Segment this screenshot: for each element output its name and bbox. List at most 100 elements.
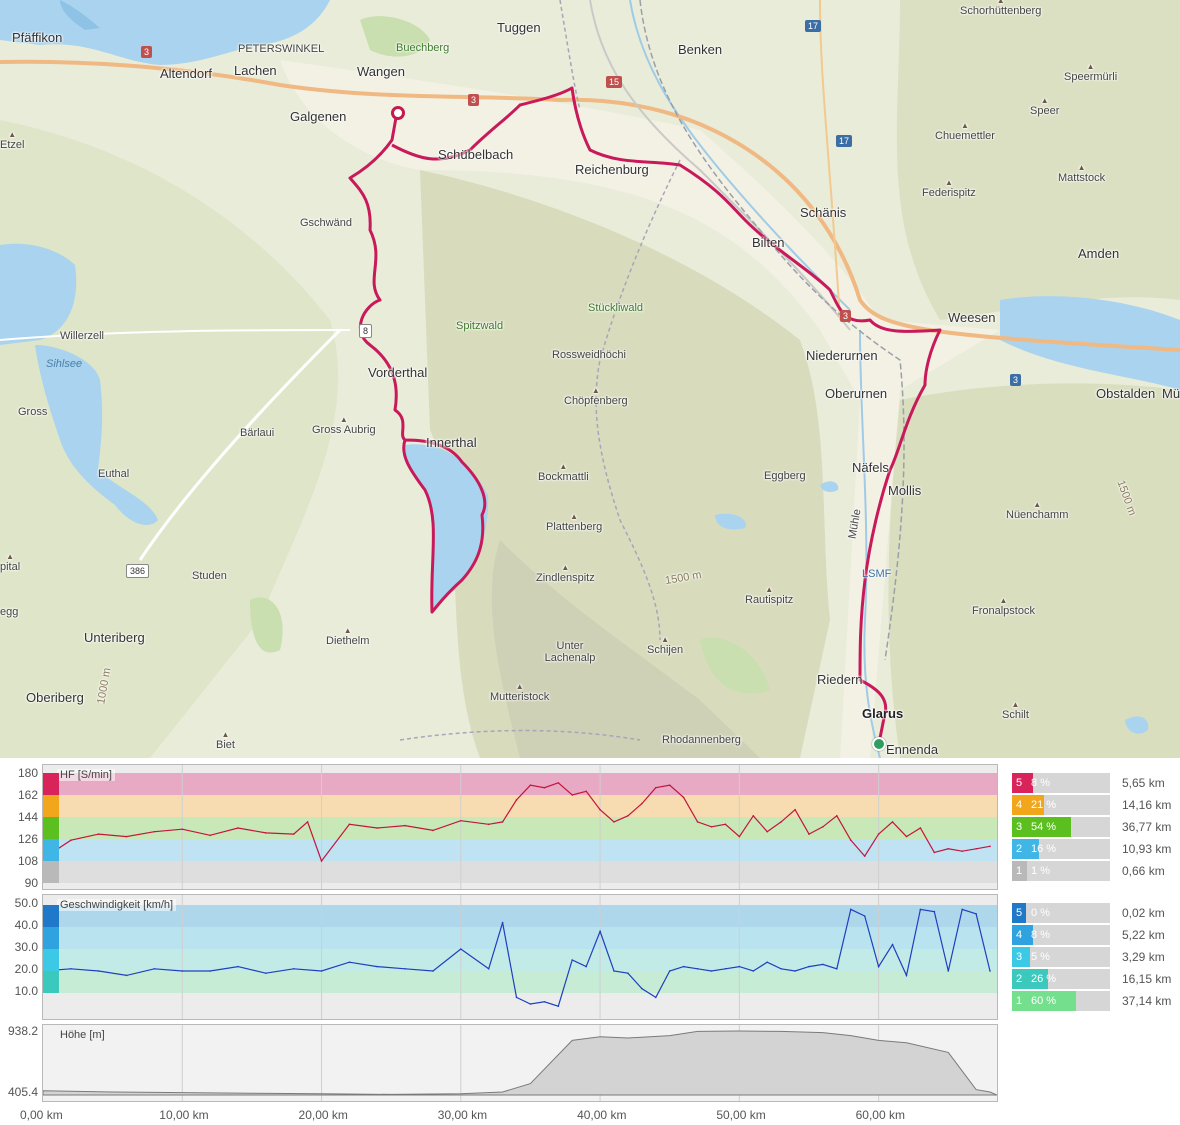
hr-line-point xyxy=(557,781,560,784)
place-label: Obstalden xyxy=(1096,386,1156,401)
peak-label: Schorhüttenberg xyxy=(960,0,1041,17)
zone-percent: 8 % xyxy=(1031,777,1050,789)
road-number-badge: 17 xyxy=(805,20,822,32)
hr-y-tick: 108 xyxy=(17,854,38,868)
place-label: Rhodannenberg xyxy=(662,734,741,746)
hr-zone-strip xyxy=(43,839,59,861)
peak-label: Diethelm xyxy=(326,626,369,647)
elevation-chart[interactable]: Höhe [m] xyxy=(42,1024,998,1102)
hr-line-point xyxy=(668,784,671,787)
forest-label: Stückliwald xyxy=(588,302,644,314)
hr-line-point xyxy=(891,821,894,823)
zone-distance: 14,16 km xyxy=(1122,798,1172,812)
road-number-badge: 15 xyxy=(606,76,623,88)
hr-y-tick: 180 xyxy=(17,766,38,780)
speed-line-point xyxy=(153,968,156,970)
speed-line-point xyxy=(181,970,184,972)
road-number-badge: 3 xyxy=(1010,374,1022,386)
speed-zone-row: 2 26 % xyxy=(1012,969,1110,989)
speed-line-point xyxy=(209,970,211,972)
speed-line-point xyxy=(654,996,657,999)
hr-line-point xyxy=(696,821,699,823)
peak-label: Zindlenspitz xyxy=(536,563,595,584)
speed-line-point xyxy=(292,968,295,970)
hr-y-tick: 162 xyxy=(17,788,38,802)
hr-line-point xyxy=(404,824,406,827)
hr-line-point xyxy=(432,829,434,832)
speed-line-point xyxy=(265,972,267,974)
route-map[interactable]: Pfäffikon Altendorf Lachen Wangen Tuggen… xyxy=(0,0,1180,758)
peak-label: pital xyxy=(0,552,20,573)
x-tick-label: 0,00 km xyxy=(20,1108,63,1122)
hr-zone-row: 3 54 % xyxy=(1012,817,1110,837)
zone-percent: 21 % xyxy=(1031,799,1057,811)
zone-percent: 1 % xyxy=(1031,865,1050,877)
hr-line-point xyxy=(599,808,601,811)
route-start-marker[interactable] xyxy=(872,737,886,751)
speed-line-point xyxy=(529,1003,532,1005)
speed-zone-row: 5 0 % xyxy=(1012,903,1110,923)
place-label: Schübelbach xyxy=(438,147,514,162)
speed-line-point xyxy=(668,970,671,972)
speed-line-point xyxy=(724,968,727,970)
speed-line-point xyxy=(641,987,643,990)
heart-rate-chart[interactable]: HF [S/min] xyxy=(42,764,998,890)
hr-line-point xyxy=(766,830,769,833)
place-label: Euthal xyxy=(98,468,130,480)
lake-label: Sihlsee xyxy=(46,358,83,370)
speed-line-point xyxy=(808,965,810,968)
hr-zone-strip xyxy=(43,861,59,883)
speed-zone-row: 1 60 % xyxy=(1012,991,1110,1011)
peak-label: Gross Aubrig xyxy=(312,415,376,436)
zone-number: 5 xyxy=(1012,773,1026,793)
hr-line-point xyxy=(836,814,838,817)
speed-line-point xyxy=(933,910,936,913)
hr-line-point xyxy=(292,833,295,835)
hr-line-point xyxy=(919,827,922,829)
place-label: Lachen xyxy=(234,63,277,78)
speed-line-point xyxy=(376,965,379,968)
hr-line-point xyxy=(654,786,657,789)
place-label: Bilten xyxy=(752,235,785,250)
x-tick-label: 50,00 km xyxy=(716,1108,766,1122)
hr-line-point xyxy=(125,835,128,838)
speed-zone-strip xyxy=(43,971,59,993)
speed-line-point xyxy=(752,970,755,972)
peak-label: Chuemettler xyxy=(935,121,995,142)
speed-line-point xyxy=(975,913,977,915)
hr-line-point xyxy=(961,850,963,853)
hr-zone-strip xyxy=(43,773,59,795)
peak-label: Mutteristock xyxy=(490,682,549,703)
place-label: Pfäffikon xyxy=(12,30,63,45)
speed-zone-strip xyxy=(43,949,59,971)
place-label: egg xyxy=(0,606,19,618)
speed-line-point xyxy=(501,921,504,924)
speed-chart[interactable]: Geschwindigkeit [km/h] xyxy=(42,894,998,1020)
zone-distance: 5,65 km xyxy=(1122,776,1165,790)
peak-label: Speer xyxy=(1030,96,1059,117)
hr-line-point xyxy=(181,828,184,831)
place-label: Amden xyxy=(1078,246,1120,261)
hr-line-point xyxy=(543,786,546,789)
peak-label: Schilt xyxy=(1002,700,1029,721)
hr-line-point xyxy=(585,790,587,793)
hr-line-point xyxy=(501,821,504,823)
peak-label: Plattenberg xyxy=(546,512,602,533)
speed-line-point xyxy=(961,908,963,911)
peak-label: Mattstock xyxy=(1058,163,1105,184)
hr-line-point xyxy=(529,784,532,787)
hr-line-point xyxy=(975,847,977,850)
place-label: Tuggen xyxy=(497,20,541,35)
zone-distance: 10,93 km xyxy=(1122,842,1172,856)
hr-line-point xyxy=(780,821,782,823)
hr-line-point xyxy=(849,839,852,842)
road-number-badge: 3 xyxy=(468,94,480,106)
peak-label: Rautispitz xyxy=(745,585,793,606)
speed-line-point xyxy=(557,1005,560,1007)
place-label: Ennenda xyxy=(886,742,939,757)
route-end-marker[interactable] xyxy=(391,106,405,120)
zone-percent: 8 % xyxy=(1031,929,1050,941)
speed-line xyxy=(43,908,991,1007)
zone-number: 4 xyxy=(1012,925,1026,945)
hr-line-point xyxy=(348,823,351,826)
